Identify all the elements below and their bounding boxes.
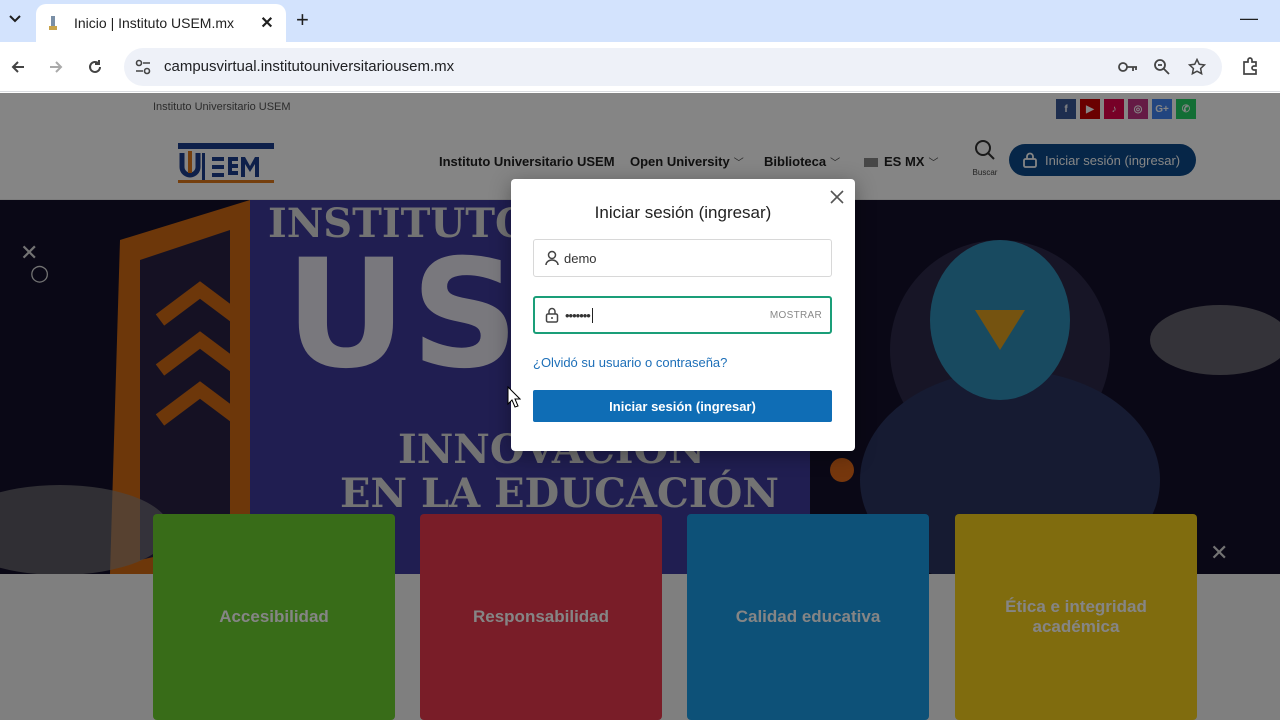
lock-icon [544,307,560,323]
password-masked-value: ••••••• [565,307,591,323]
url-text[interactable]: campusvirtual.institutouniversitariousem… [164,58,454,75]
username-input[interactable] [564,240,764,276]
address-bar[interactable]: campusvirtual.institutouniversitariousem… [124,48,1222,86]
favicon-icon [46,15,60,31]
mouse-cursor-icon [507,386,521,408]
reload-icon[interactable] [84,56,106,78]
key-icon[interactable] [1118,57,1138,77]
forgot-credentials-link[interactable]: ¿Olvidó su usuario o contraseña? [533,355,727,370]
tab-list-icon[interactable] [4,8,26,30]
minimize-icon[interactable]: — [1240,8,1258,29]
show-password-button[interactable]: MOSTRAR [770,310,822,321]
submit-login-button[interactable]: Iniciar sesión (ingresar) [533,390,832,422]
user-icon [544,250,560,266]
extensions-icon[interactable] [1240,56,1260,81]
zoom-icon[interactable] [1152,57,1172,77]
browser-tab-bar: Inicio | Instituto USEM.mx ✕ + — [0,0,1280,42]
close-icon[interactable]: ✕ [258,13,276,33]
browser-toolbar: campusvirtual.institutouniversitariousem… [0,42,1280,92]
password-input[interactable]: ••••••• [565,298,765,332]
star-icon[interactable] [1187,57,1207,77]
login-modal: Iniciar sesión (ingresar) ••••••• MOSTRA… [511,179,855,451]
username-field[interactable] [533,239,832,277]
web-page: Instituto Universitario USEM f ▶ ♪ ◎ G+ … [0,93,1280,720]
password-field[interactable]: ••••••• MOSTRAR [533,296,832,334]
browser-tab[interactable]: Inicio | Instituto USEM.mx ✕ [36,4,286,42]
modal-title: Iniciar sesión (ingresar) [594,203,772,222]
text-caret [591,307,593,323]
forward-icon[interactable] [45,56,67,78]
site-info-icon[interactable] [134,58,152,81]
menu-icon[interactable]: ⋮ [1274,56,1280,76]
tab-title: Inicio | Instituto USEM.mx [74,15,235,31]
back-icon[interactable] [7,56,29,78]
new-tab-icon[interactable]: + [296,9,309,31]
